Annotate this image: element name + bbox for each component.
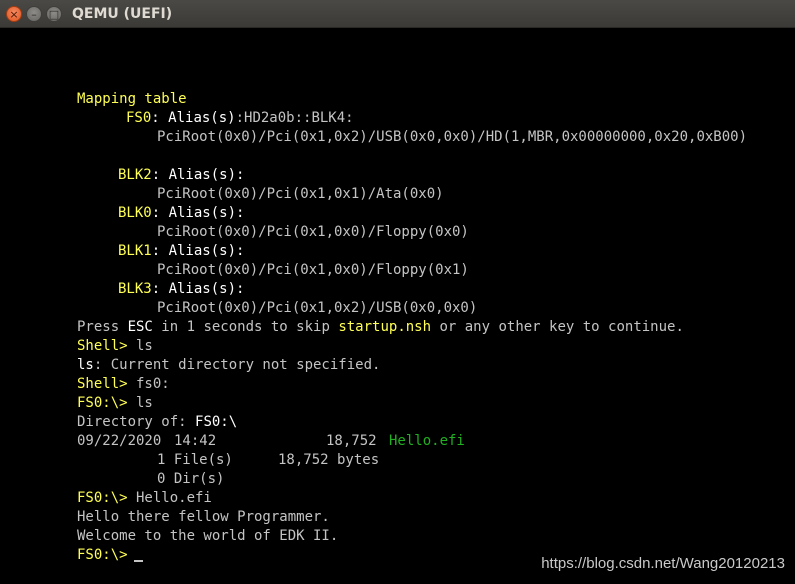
device-path: PciRoot(0x0)/Pci(0x1,0x1)/Ata(0x0) xyxy=(157,186,444,202)
fs0-prompt: FS0:\> xyxy=(77,547,128,563)
device-name: BLK1 xyxy=(118,243,152,259)
device-name: BLK2 xyxy=(118,167,152,183)
command-line: Shell> ls xyxy=(77,337,153,356)
window-title: QEMU (UEFI) xyxy=(72,6,173,22)
directory-header: Directory of: FS0:\ xyxy=(77,413,237,432)
startup-text: or any other key to continue. xyxy=(431,319,684,335)
files-count: 1 File(s) xyxy=(157,452,233,468)
directory-path: FS0:\ xyxy=(195,414,238,430)
file-name: Hello.efi xyxy=(389,433,465,449)
alias-label: : Alias(s): xyxy=(151,205,245,221)
mapping-entry-blk0: BLK0: Alias(s): xyxy=(118,204,244,223)
startup-text: Press xyxy=(77,319,128,335)
file-size: 18,752 xyxy=(326,433,377,449)
alias-label: : Alias(s) xyxy=(151,110,236,126)
alias-label: : Alias(s): xyxy=(151,281,245,297)
maximize-button[interactable]: □ xyxy=(46,6,62,22)
fs0-prompt: FS0:\> xyxy=(77,490,128,506)
text-cursor xyxy=(134,560,143,562)
device-path: PciRoot(0x0)/Pci(0x1,0x2)/USB(0x0,0x0) xyxy=(157,300,478,316)
minimize-button[interactable]: – xyxy=(26,6,42,22)
alias-label: : Alias(s): xyxy=(151,167,245,183)
device-path: PciRoot(0x0)/Pci(0x1,0x0)/Floppy(0x0) xyxy=(157,224,469,240)
alias-label: : Alias(s): xyxy=(151,243,245,259)
watermark-url: https://blog.csdn.net/Wang20120213 xyxy=(541,555,785,572)
mapping-entry-blk2: BLK2: Alias(s): xyxy=(118,166,244,185)
mapping-heading: Mapping table xyxy=(77,91,187,107)
fs0-prompt: FS0:\> xyxy=(77,395,128,411)
command-line: FS0:\> Hello.efi xyxy=(77,489,212,508)
device-path: PciRoot(0x0)/Pci(0x1,0x0)/Floppy(0x1) xyxy=(157,262,469,278)
device-path: PciRoot(0x0)/Pci(0x1,0x2)/USB(0x0,0x0)/H… xyxy=(157,129,748,145)
command-text: Hello.efi xyxy=(127,490,212,506)
file-time: 14:42 xyxy=(174,433,217,449)
error-line: ls: Current directory not specified. xyxy=(77,356,380,375)
maximize-icon: □ xyxy=(48,7,60,21)
device-name: BLK0 xyxy=(118,205,152,221)
dirs-count: 0 Dir(s) xyxy=(157,471,225,487)
command-line: FS0:\> ls xyxy=(77,394,153,413)
command-text: ls xyxy=(127,395,153,411)
startup-message: Press ESC in 1 seconds to skip startup.n… xyxy=(77,318,684,337)
mapping-entry-blk3: BLK3: Alias(s): xyxy=(118,280,244,299)
device-name: BLK3 xyxy=(118,281,152,297)
mapping-entry-blk1: BLK1: Alias(s): xyxy=(118,242,244,261)
device-name: FS0 xyxy=(126,110,152,126)
command-text: ls xyxy=(127,338,153,354)
close-icon: × xyxy=(9,7,19,21)
command-text: fs0: xyxy=(127,376,170,392)
window-titlebar[interactable]: × – □ QEMU (UEFI) xyxy=(0,0,795,28)
shell-prompt: Shell> xyxy=(77,338,128,354)
alias-list: :HD2a0b::BLK4: xyxy=(235,110,354,126)
esc-key-label: ESC xyxy=(127,319,153,335)
command-name: ls xyxy=(77,357,94,373)
files-bytes: 18,752 bytes xyxy=(278,452,380,468)
startup-text: in 1 seconds to skip xyxy=(152,319,339,335)
uefi-console[interactable]: Mapping table FS0: Alias(s):HD2a0b::BLK4… xyxy=(0,29,795,584)
program-output: Welcome to the world of EDK II. xyxy=(77,528,339,544)
directory-label: Directory of: xyxy=(77,414,196,430)
close-button[interactable]: × xyxy=(6,6,22,22)
file-date: 09/22/2020 xyxy=(77,433,162,449)
mapping-entry-fs0: FS0: Alias(s):HD2a0b::BLK4: xyxy=(126,109,354,128)
shell-prompt: Shell> xyxy=(77,376,128,392)
startup-script-name: startup.nsh xyxy=(338,319,432,335)
error-text: : Current directory not specified. xyxy=(93,357,381,373)
command-line: Shell> fs0: xyxy=(77,375,170,394)
minimize-icon: – xyxy=(31,7,37,21)
program-output: Hello there fellow Programmer. xyxy=(77,509,330,525)
